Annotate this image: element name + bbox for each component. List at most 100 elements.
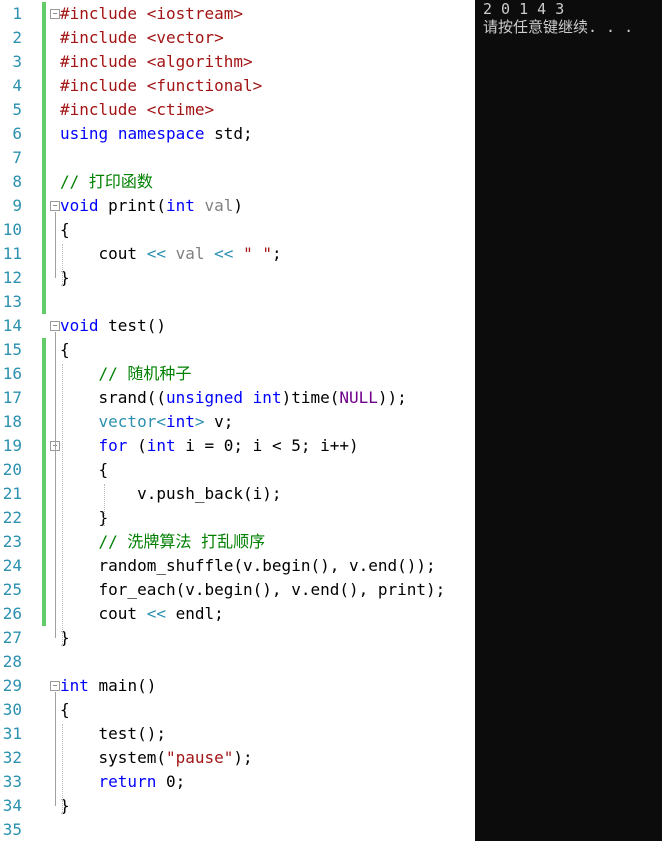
code-token: int: [252, 388, 282, 407]
code-token: NULL: [339, 388, 378, 407]
code-line[interactable]: 9 void print(int val): [0, 194, 475, 218]
code-text: void print(int val): [60, 194, 243, 218]
line-number: 28: [2, 652, 22, 671]
code-line[interactable]: 33 return 0;: [0, 770, 475, 794]
code-text: #include <vector>: [60, 26, 224, 50]
line-number: 29: [2, 676, 22, 695]
code-editor[interactable]: 1#include <iostream>2#include <vector> 3 #…: [0, 0, 475, 841]
code-line[interactable]: 12}: [0, 266, 475, 290]
code-line[interactable]: 34}: [0, 794, 475, 818]
line-number: 31: [2, 724, 22, 743]
code-token: void: [60, 196, 99, 215]
code-line[interactable]: 4 #include <functional>: [0, 74, 475, 98]
code-line[interactable]: 2 #include <vector>: [0, 26, 475, 50]
code-token: random_shuffle(v.begin(), v.end());: [60, 556, 436, 575]
code-text: {: [60, 218, 70, 242]
line-number: 30: [2, 700, 22, 719]
code-token: <functional>: [146, 76, 263, 95]
code-line[interactable]: 14 void test(): [0, 314, 475, 338]
code-token: return: [98, 772, 157, 791]
code-line[interactable]: 35: [0, 818, 475, 841]
change-marker: [42, 266, 46, 290]
change-marker: [42, 578, 46, 602]
code-token: #include: [60, 4, 147, 23]
line-number: 16: [2, 364, 22, 383]
code-line[interactable]: 1 #include <iostream>: [0, 2, 475, 26]
code-token: )time(: [281, 388, 340, 407]
code-token: i = 0; i < 5; i++): [175, 436, 359, 455]
code-line[interactable]: 28: [0, 650, 475, 674]
line-number: 24: [2, 556, 22, 575]
change-marker: [42, 410, 46, 434]
line-number: 13: [2, 292, 22, 311]
indent-guide: [62, 244, 63, 286]
code-line[interactable]: 17 srand((unsigned int)time(NULL));: [0, 386, 475, 410]
code-token: cout: [60, 604, 147, 623]
collapse-icon[interactable]: [50, 9, 60, 19]
code-token: 0;: [156, 772, 186, 791]
code-token: {: [60, 700, 70, 719]
code-line[interactable]: 21 v.push_back(i);: [0, 482, 475, 506]
code-line[interactable]: 27}: [0, 626, 475, 650]
code-line[interactable]: 15 {: [0, 338, 475, 362]
change-marker: [42, 170, 46, 194]
code-token: <: [156, 412, 166, 431]
code-line[interactable]: 16 // 随机种子: [0, 362, 475, 386]
code-token: #include: [60, 100, 147, 119]
code-token: <ctime>: [146, 100, 215, 119]
code-line[interactable]: 11 cout << val << " ";: [0, 242, 475, 266]
code-line[interactable]: 3 #include <algorithm>: [0, 50, 475, 74]
code-token: cout: [60, 244, 147, 263]
line-number: 10: [2, 220, 22, 239]
code-token: // 随机种子: [98, 364, 192, 383]
code-token: int: [60, 676, 89, 695]
code-line[interactable]: 22 }: [0, 506, 475, 530]
code-line[interactable]: 10 {: [0, 218, 475, 242]
code-line[interactable]: 6 using namespace std;: [0, 122, 475, 146]
code-line[interactable]: 23 // 洗牌算法 打乱顺序: [0, 530, 475, 554]
collapse-icon[interactable]: [50, 201, 60, 211]
collapse-icon[interactable]: [50, 681, 60, 691]
code-line[interactable]: 13: [0, 290, 475, 314]
code-line[interactable]: 29 int main(): [0, 674, 475, 698]
code-line[interactable]: 24 random_shuffle(v.begin(), v.end());: [0, 554, 475, 578]
change-marker: [42, 458, 46, 482]
code-line[interactable]: 26 cout << endl;: [0, 602, 475, 626]
code-line[interactable]: 30 {: [0, 698, 475, 722]
code-line[interactable]: 19 for (int i = 0; i < 5; i++): [0, 434, 475, 458]
code-line[interactable]: 31 test();: [0, 722, 475, 746]
code-text: test();: [60, 722, 166, 746]
code-token: for: [98, 436, 128, 455]
code-line[interactable]: 20 {: [0, 458, 475, 482]
line-number: 3: [12, 52, 22, 71]
collapse-icon[interactable]: [50, 321, 60, 331]
code-line[interactable]: 8 // 打印函数: [0, 170, 475, 194]
code-token: main(): [88, 676, 157, 695]
code-line[interactable]: 18 vector<int> v;: [0, 410, 475, 434]
code-text: // 洗牌算法 打乱顺序: [60, 530, 266, 554]
code-token: {: [60, 220, 70, 239]
code-token: // 洗牌算法 打乱顺序: [98, 532, 266, 551]
line-number: 26: [2, 604, 22, 623]
code-text: srand((unsigned int)time(NULL));: [60, 386, 407, 410]
code-text: {: [60, 338, 70, 362]
line-number: 18: [2, 412, 22, 431]
code-text: random_shuffle(v.begin(), v.end());: [60, 554, 436, 578]
line-number: 11: [2, 244, 22, 263]
code-line[interactable]: 5 #include <ctime>: [0, 98, 475, 122]
change-marker: [42, 602, 46, 626]
code-line[interactable]: 32 system("pause");: [0, 746, 475, 770]
code-token: ));: [377, 388, 407, 407]
code-token: <vector>: [146, 28, 224, 47]
code-token: int: [165, 196, 195, 215]
code-token: #include: [60, 52, 147, 71]
code-line[interactable]: 7: [0, 146, 475, 170]
code-line[interactable]: 25 for_each(v.begin(), v.end(), print);: [0, 578, 475, 602]
line-number: 27: [2, 628, 22, 647]
code-token: endl;: [165, 604, 224, 623]
